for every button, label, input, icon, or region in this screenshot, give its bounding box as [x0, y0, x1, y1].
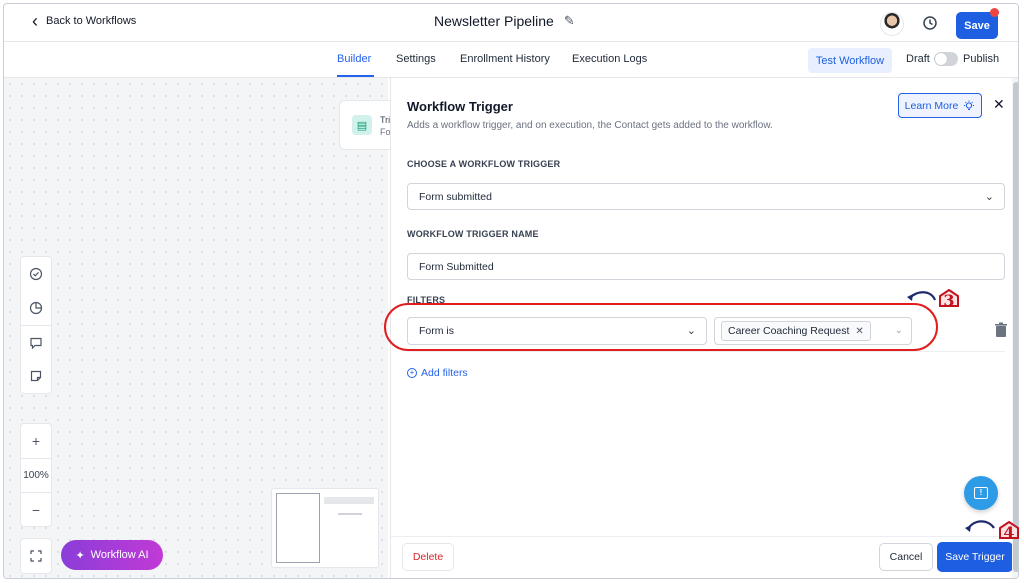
- panel-title: Workflow Trigger: [407, 99, 513, 114]
- edit-pencil-icon[interactable]: ✎: [564, 13, 575, 29]
- trigger-name-value: Form Submitted: [419, 260, 494, 273]
- minimap[interactable]: [271, 488, 379, 568]
- minimap-node-line: [338, 513, 362, 515]
- close-icon[interactable]: ✕: [993, 96, 1005, 113]
- trash-icon[interactable]: [994, 322, 1008, 338]
- zoom-level: 100%: [23, 470, 49, 481]
- chat-support-button[interactable]: !: [964, 476, 998, 510]
- annotation-arrow-icon: [907, 291, 937, 301]
- active-tab-underline: [337, 75, 374, 77]
- draft-label: Draft: [906, 53, 930, 65]
- canvas-tools-top: [20, 256, 52, 394]
- trigger-name-label: WORKFLOW TRIGGER NAME: [407, 229, 539, 239]
- node-title: Tri: [380, 115, 391, 125]
- app-window: ‹ Back to Workflows Newsletter Pipeline …: [3, 3, 1019, 579]
- step-badge-a: 3: [943, 291, 955, 310]
- cancel-button[interactable]: Cancel: [879, 543, 933, 571]
- toggle-knob: [935, 53, 947, 65]
- clipboard-icon: ▤: [352, 115, 372, 135]
- add-filters-link[interactable]: + Add filters: [407, 367, 468, 379]
- sparkle-icon: ✦: [75, 549, 85, 562]
- fit-view-icon[interactable]: [21, 539, 51, 573]
- node-subtitle: Fo: [380, 127, 391, 137]
- fit-view-group: [20, 538, 52, 574]
- learn-more-button[interactable]: Learn More: [898, 93, 982, 118]
- workflow-title: Newsletter Pipeline: [434, 13, 554, 29]
- workflow-ai-label: Workflow AI: [90, 549, 149, 561]
- top-bar: ‹ Back to Workflows Newsletter Pipeline …: [4, 4, 1018, 42]
- filter-divider: [407, 351, 1005, 352]
- minimap-viewport: [276, 493, 320, 563]
- unsaved-indicator-dot: [990, 8, 999, 17]
- sticky-note-icon[interactable]: [21, 359, 51, 393]
- trigger-select[interactable]: Form submitted ⌄: [407, 183, 1005, 210]
- chat-icon: !: [974, 487, 988, 499]
- comment-icon[interactable]: [21, 325, 51, 359]
- minimap-node: [324, 497, 374, 504]
- zoom-level-cell: 100%: [21, 458, 51, 492]
- tab-bar: Builder Settings Enrollment History Exec…: [4, 42, 1018, 78]
- tab-settings[interactable]: Settings: [396, 53, 436, 65]
- add-filters-label: Add filters: [421, 367, 468, 379]
- annotation-highlight-ellipse: [384, 303, 938, 351]
- publish-label: Publish: [963, 53, 1000, 65]
- check-circle-icon[interactable]: [21, 257, 51, 291]
- scrollbar-thumb[interactable]: [1013, 82, 1018, 572]
- chevron-left-icon: ‹: [32, 11, 38, 31]
- workflow-ai-button[interactable]: ✦ Workflow AI: [61, 540, 163, 570]
- tab-builder[interactable]: Builder: [337, 53, 371, 65]
- choose-trigger-label: CHOOSE A WORKFLOW TRIGGER: [407, 159, 561, 169]
- zoom-out-icon[interactable]: −: [21, 492, 51, 526]
- trigger-name-input[interactable]: Form Submitted: [407, 253, 1005, 280]
- lightbulb-icon: [964, 100, 975, 110]
- tab-enrollment-history[interactable]: Enrollment History: [460, 53, 550, 65]
- footer-divider: [391, 536, 1018, 537]
- step-badge-b: 4: [1003, 523, 1015, 542]
- panel-subtitle: Adds a workflow trigger, and on executio…: [407, 120, 773, 131]
- workflow-title-group: Newsletter Pipeline ✎: [434, 13, 575, 29]
- user-avatar[interactable]: [880, 12, 904, 36]
- back-label: Back to Workflows: [46, 15, 137, 27]
- workflow-canvas[interactable]: ▤ Tri Fo + 100% − ✦ Workflow AI: [4, 78, 399, 578]
- test-workflow-button[interactable]: Test Workflow: [808, 48, 892, 73]
- trigger-select-value: Form submitted: [419, 190, 492, 203]
- learn-more-label: Learn More: [904, 99, 959, 112]
- back-to-workflows-link[interactable]: ‹ Back to Workflows: [32, 11, 137, 31]
- save-trigger-button[interactable]: Save Trigger: [937, 542, 1013, 572]
- annotation-arrow-icon: [965, 520, 995, 532]
- pie-chart-icon[interactable]: [21, 291, 51, 325]
- panel-scrollbar[interactable]: [1012, 78, 1018, 578]
- delete-button[interactable]: Delete: [402, 543, 454, 571]
- publish-toggle[interactable]: [934, 52, 958, 66]
- chevron-down-icon: ⌄: [984, 191, 994, 203]
- tab-execution-logs[interactable]: Execution Logs: [572, 53, 647, 65]
- history-clock-icon[interactable]: [922, 15, 938, 31]
- add-circle-icon: +: [407, 368, 417, 378]
- zoom-controls: + 100% −: [20, 423, 52, 527]
- zoom-in-icon[interactable]: +: [21, 424, 51, 458]
